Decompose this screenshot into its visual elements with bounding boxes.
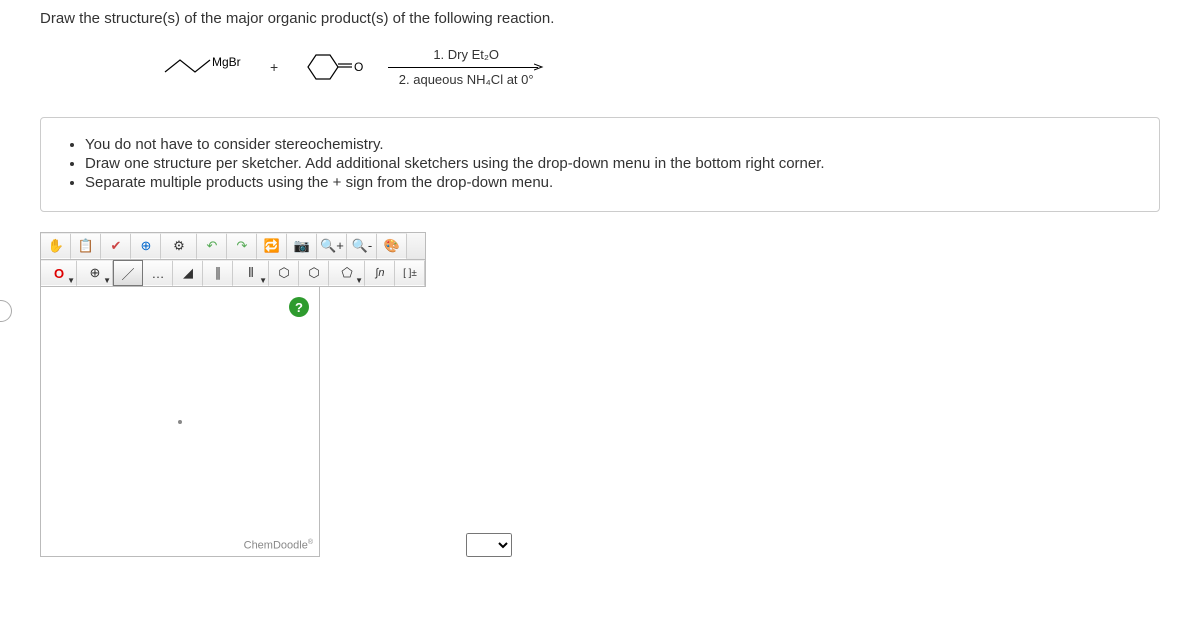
redo-button[interactable]: ↷: [227, 233, 257, 259]
oxygen-label: O: [354, 60, 363, 74]
condition-1: 1. Dry Et₂O: [433, 47, 499, 62]
chemdoodle-sketcher: ✋ 📋 ✔ ⊕ ⚙ ↶ ↷ 🔁 📷 🔍+ 🔍- 🎨 O▼ ⊕▼ ／ … ◢ ∥ …: [40, 232, 426, 557]
wedge-bond-tool[interactable]: ◢: [173, 260, 203, 286]
ring-picker[interactable]: ⬠▼: [329, 260, 365, 286]
left-collapse-tab[interactable]: [0, 300, 12, 322]
dropdown-caret-icon: ▼: [67, 276, 75, 285]
plus-sign: +: [270, 59, 278, 75]
toolbar-row-2: O▼ ⊕▼ ／ … ◢ ∥ ⫴▼ ⬡ ⬡ ⬠▼ ∫n [ ]±: [40, 260, 426, 287]
bracket-tool[interactable]: [ ]±: [395, 260, 425, 286]
clear-tool[interactable]: ✔: [101, 233, 131, 259]
benzene-tool[interactable]: ⬡: [299, 260, 329, 286]
dropdown-caret-icon: ▼: [355, 276, 363, 285]
settings-button[interactable]: 🎨: [377, 233, 407, 259]
recessed-bond-tool[interactable]: …: [143, 260, 173, 286]
mgbr-label: MgBr: [212, 55, 241, 69]
chemdoodle-brand: ChemDoodle®: [244, 539, 313, 552]
instruction-item: You do not have to consider stereochemis…: [85, 136, 1135, 153]
instruction-item: Separate multiple products using the + s…: [85, 174, 1135, 191]
hand-tool[interactable]: ✋: [41, 233, 71, 259]
charge-picker[interactable]: ⊕▼: [77, 260, 113, 286]
toolbar-row-1: ✋ 📋 ✔ ⊕ ⚙ ↶ ↷ 🔁 📷 🔍+ 🔍- 🎨: [40, 232, 426, 260]
cyclohexane-tool[interactable]: ⬡: [269, 260, 299, 286]
question-prompt: Draw the structure(s) of the major organ…: [40, 10, 1160, 27]
cyclohexanone-structure: O: [298, 49, 368, 85]
dropdown-caret-icon: ▼: [259, 276, 267, 285]
single-bond-tool[interactable]: ／: [113, 260, 143, 286]
flip-tool[interactable]: 🔁: [257, 233, 287, 259]
reaction-arrow-tip: [534, 62, 544, 72]
undo-button[interactable]: ↶: [197, 233, 227, 259]
center-tool[interactable]: ⊕: [131, 233, 161, 259]
element-picker[interactable]: O▼: [41, 260, 77, 286]
zoom-in-button[interactable]: 🔍+: [317, 233, 347, 259]
triple-bond-tool[interactable]: ⫴▼: [233, 260, 269, 286]
instruction-item: Draw one structure per sketcher. Add add…: [85, 155, 1135, 172]
chain-tool[interactable]: ∫n: [365, 260, 395, 286]
help-button[interactable]: ?: [289, 297, 309, 317]
paste-tool[interactable]: 📋: [71, 233, 101, 259]
canvas-start-atom[interactable]: [178, 420, 182, 424]
dropdown-caret-icon: ▼: [103, 276, 111, 285]
reaction-arrow-line: [388, 67, 538, 68]
copy-image-tool[interactable]: 📷: [287, 233, 317, 259]
clean-tool[interactable]: ⚙: [161, 233, 197, 259]
sketcher-canvas[interactable]: ? ChemDoodle®: [40, 287, 320, 557]
add-sketcher-dropdown[interactable]: [466, 533, 512, 557]
propyl-mgbr-structure: MgBr: [160, 52, 250, 82]
reaction-conditions: 1. Dry Et₂O 2. aqueous NH₄Cl at 0°: [388, 47, 544, 87]
double-bond-tool[interactable]: ∥: [203, 260, 233, 286]
zoom-out-button[interactable]: 🔍-: [347, 233, 377, 259]
reaction-equation: MgBr + O 1. Dry Et₂O 2. aqueous NH₄Cl at…: [160, 47, 1160, 87]
instructions-box: You do not have to consider stereochemis…: [40, 117, 1160, 212]
condition-2: 2. aqueous NH₄Cl at 0°: [399, 72, 534, 87]
